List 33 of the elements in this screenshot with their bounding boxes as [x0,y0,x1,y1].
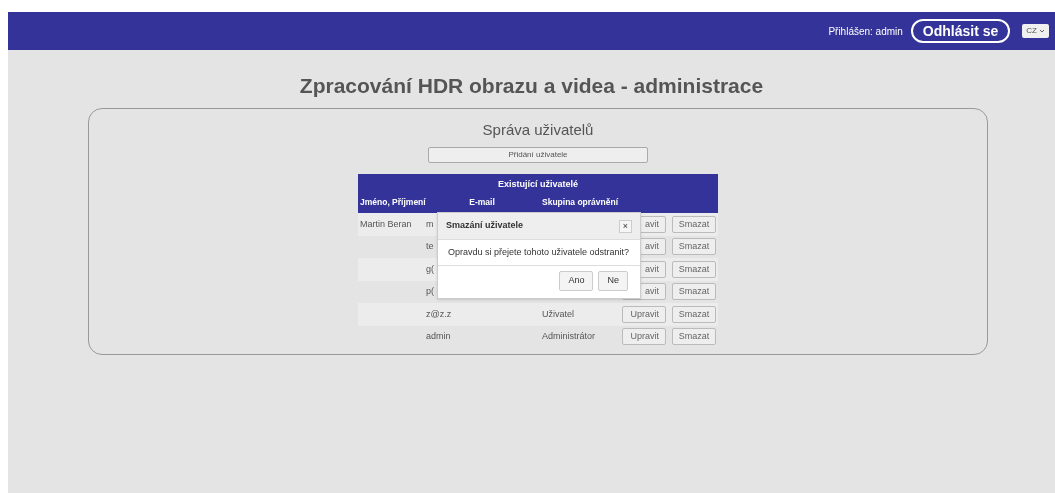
chevron-down-icon [1039,29,1045,33]
add-user-button[interactable]: Přidání uživatele [428,147,648,163]
delete-button[interactable]: Smazat [672,215,716,233]
column-header: Jméno, Příjmení [359,196,424,209]
dialog-title: Smazání uživatele [446,219,524,233]
language-select[interactable]: CZ [1022,24,1049,38]
cancel-button[interactable]: Ne [598,271,628,291]
login-status: Přihlášen: admin [828,24,903,39]
table-cell: g( [426,263,434,274]
edit-button[interactable]: Upravit [622,328,666,346]
delete-button[interactable]: Smazat [672,260,716,278]
table-caption: Existující uživatelé [497,178,578,191]
column-header: E-mail [468,196,496,209]
panel-title: Správa uživatelů [482,120,594,140]
delete-button[interactable]: Smazat [672,238,716,256]
table-cell: admin [426,331,451,341]
table-cell: m [426,218,434,229]
table-cell: Martin Beran [360,218,412,229]
page-title: Zpracování HDR obrazu a videa - administrace [298,73,765,99]
confirm-button[interactable]: Ano [559,271,594,291]
edit-button[interactable]: Upravit [622,305,666,323]
column-header: Skupina oprávnění [541,196,620,209]
delete-button[interactable]: Smazat [672,305,716,323]
table-cell: Uživatel [542,308,574,319]
dialog-message: Opravdu si přejete tohoto uživatele odstranit? [438,240,640,266]
table-cell: te [426,241,434,251]
delete-button[interactable]: Smazat [672,328,716,346]
table-cell: p( [426,286,434,296]
table-cell: Administrátor [542,331,595,341]
delete-button[interactable]: Smazat [672,283,716,301]
logout-button[interactable]: Odhlásit se [910,19,1011,43]
close-button[interactable]: × [619,219,632,233]
table-cell: z@z.z [426,308,452,319]
